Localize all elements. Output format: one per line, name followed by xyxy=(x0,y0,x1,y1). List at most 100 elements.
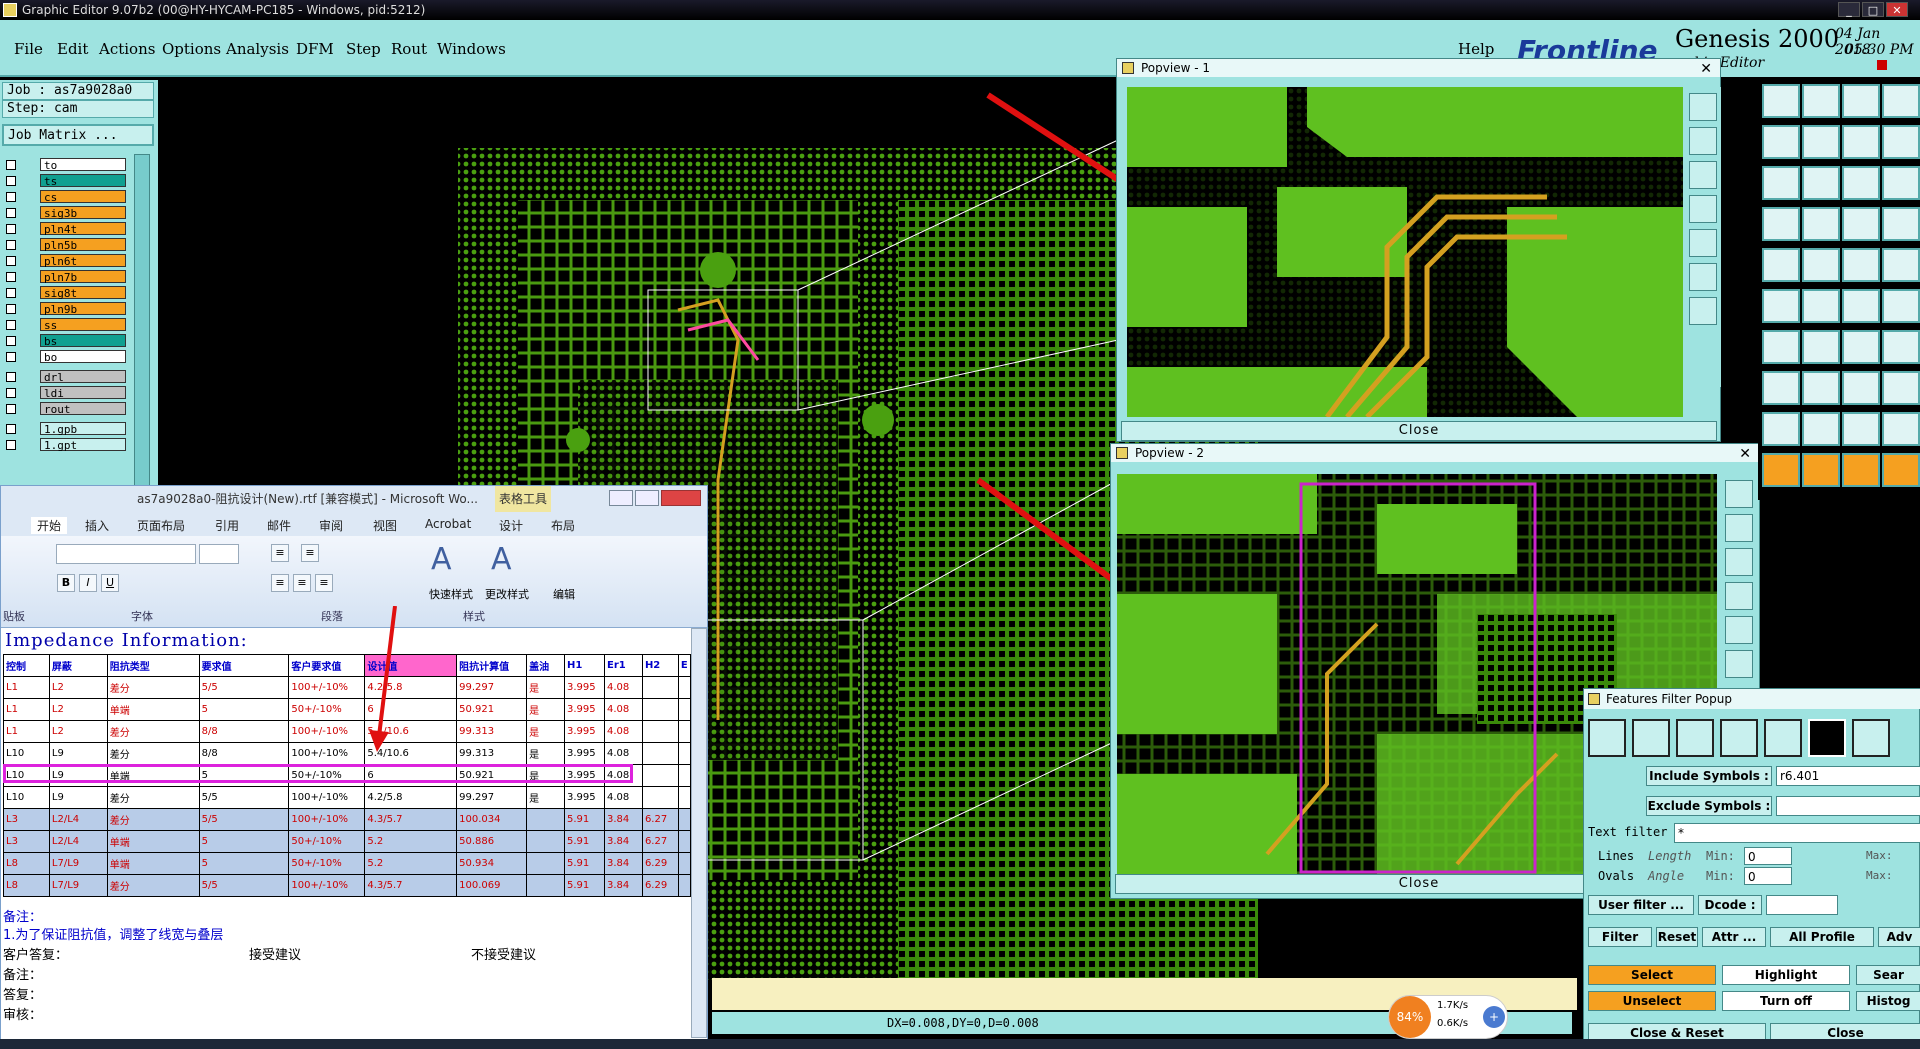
lines-checkbox[interactable]: Lines xyxy=(1598,849,1634,863)
fit-icon[interactable] xyxy=(1725,616,1753,644)
numbering-icon[interactable]: ≡ xyxy=(301,544,319,562)
copy-tool-icon[interactable] xyxy=(1802,125,1840,159)
layer-checkbox[interactable] xyxy=(6,160,16,170)
ribbon-tab[interactable]: Acrobat xyxy=(425,517,471,531)
word-maximize-button[interactable] xyxy=(635,490,659,506)
home-tool-icon[interactable] xyxy=(1762,84,1800,118)
arc-tool-icon[interactable] xyxy=(1842,248,1880,282)
menu-file[interactable]: File xyxy=(14,40,43,58)
profile-tool-icon[interactable] xyxy=(1802,412,1840,446)
attr-button[interactable]: Attr ... xyxy=(1702,927,1766,947)
pad-tool-icon[interactable] xyxy=(1762,248,1800,282)
layer-checkbox[interactable] xyxy=(6,224,16,234)
quick-style-icon[interactable]: A xyxy=(431,542,471,582)
align-center-icon[interactable]: ≡ xyxy=(293,574,311,592)
popview-1-close-button[interactable]: Close xyxy=(1121,421,1717,441)
split-tool-icon[interactable] xyxy=(1802,330,1840,364)
layer-row[interactable]: cs xyxy=(6,190,126,204)
angle-min-input[interactable]: 0 xyxy=(1744,867,1792,885)
zoom-home-icon[interactable] xyxy=(1725,480,1753,508)
layer-checkbox[interactable] xyxy=(6,336,16,346)
layer-row[interactable]: rout xyxy=(6,402,126,416)
layer-checkbox[interactable] xyxy=(6,424,16,434)
menu-step[interactable]: Step xyxy=(346,40,381,58)
layer-row[interactable]: bs xyxy=(6,334,126,348)
rotate-tool-icon[interactable] xyxy=(1882,125,1920,159)
open-tool-icon[interactable] xyxy=(1802,84,1840,118)
ribbon-tab[interactable]: 插入 xyxy=(85,517,109,534)
menu-analysis[interactable]: Analysis xyxy=(226,40,289,58)
center-icon[interactable] xyxy=(1725,650,1753,678)
add-icon[interactable]: + xyxy=(1483,1006,1505,1028)
dcode-input[interactable] xyxy=(1766,895,1838,915)
layer-row[interactable]: pln4t xyxy=(6,222,126,236)
pan-tool-icon[interactable] xyxy=(1802,166,1840,200)
layer-row[interactable]: ts xyxy=(6,174,126,188)
arc-shape-icon[interactable] xyxy=(1720,719,1758,757)
layer-name[interactable]: bs xyxy=(40,334,126,348)
minimize-button[interactable]: _ xyxy=(1838,2,1860,17)
net-tool-icon[interactable] xyxy=(1882,207,1920,241)
layer-checkbox[interactable] xyxy=(6,256,16,266)
menu-rout[interactable]: Rout xyxy=(391,40,427,58)
fillet-tool-icon[interactable] xyxy=(1882,330,1920,364)
job-matrix-button[interactable]: Job Matrix ... xyxy=(2,124,154,146)
layer-name[interactable]: 1.gpb xyxy=(40,422,126,436)
zoom-home-icon[interactable] xyxy=(1689,93,1717,121)
node-tool-icon[interactable] xyxy=(1762,371,1800,405)
layer-name[interactable]: drl xyxy=(40,370,126,384)
route-tool-icon[interactable] xyxy=(1762,125,1800,159)
ribbon-tab[interactable]: 引用 xyxy=(215,517,239,534)
edge-tool-icon[interactable] xyxy=(1762,330,1800,364)
measure-tool-icon[interactable] xyxy=(1882,248,1920,282)
layer-name[interactable]: cs xyxy=(40,190,126,204)
pad-shape-icon[interactable] xyxy=(1632,719,1670,757)
close-icon[interactable]: ✕ xyxy=(1700,60,1712,78)
menu-help[interactable]: Help xyxy=(1458,40,1494,58)
italic-button[interactable]: I xyxy=(79,574,97,592)
center-icon[interactable] xyxy=(1689,263,1717,291)
ribbon-tab[interactable]: 审阅 xyxy=(319,517,343,534)
layer-row[interactable]: 1.gpb xyxy=(6,422,126,436)
close-icon[interactable]: ✕ xyxy=(1739,445,1751,463)
menu-options[interactable]: Options xyxy=(162,40,221,58)
angle-checkbox[interactable]: Angle xyxy=(1648,869,1684,883)
fit-icon[interactable] xyxy=(1689,229,1717,257)
ribbon-tab[interactable]: 开始 xyxy=(31,517,68,534)
zoom-in-icon[interactable] xyxy=(1725,514,1753,542)
dcode-button[interactable]: Dcode : xyxy=(1698,895,1762,915)
layer-name[interactable]: sig8t xyxy=(40,286,126,300)
vertex-tool-icon[interactable] xyxy=(1842,371,1880,405)
layer-checkbox[interactable] xyxy=(6,208,16,218)
word-vertical-scrollbar[interactable] xyxy=(691,628,707,1038)
ruler-tool-icon[interactable] xyxy=(1882,371,1920,405)
document-body[interactable]: Impedance Information: 控制 屏蔽 阻抗类型 要求值 客户要求值设… xyxy=(1,628,692,1048)
ovals-checkbox[interactable]: Ovals xyxy=(1598,869,1634,883)
surface-shape-icon[interactable] xyxy=(1676,719,1714,757)
shape-tool-icon[interactable] xyxy=(1882,412,1920,446)
pick-tool-icon[interactable] xyxy=(1802,453,1840,487)
layer-checkbox[interactable] xyxy=(6,320,16,330)
cut-tool-icon[interactable] xyxy=(1802,289,1840,323)
exclude-symbols-input[interactable] xyxy=(1776,796,1920,816)
reject-option[interactable]: 不接受建议 xyxy=(471,944,536,963)
layer-checkbox[interactable] xyxy=(6,240,16,250)
user-filter-button[interactable]: User filter ... xyxy=(1588,895,1694,915)
menu-edit[interactable]: Edit xyxy=(57,40,88,58)
layer-name[interactable]: pln4t xyxy=(40,222,126,236)
bold-button[interactable]: B xyxy=(57,574,75,592)
ribbon-tab[interactable]: 设计 xyxy=(499,517,523,534)
layer-row[interactable]: pln5b xyxy=(6,238,126,252)
drill-tool-icon[interactable] xyxy=(1882,289,1920,323)
layer-scrollbar[interactable] xyxy=(134,154,150,494)
line-shape-icon[interactable] xyxy=(1588,719,1626,757)
gauge-tool-icon[interactable] xyxy=(1842,412,1880,446)
ribbon-tab[interactable]: 布局 xyxy=(551,517,575,534)
layer-row[interactable]: ss xyxy=(6,318,126,332)
check-tool-icon[interactable] xyxy=(1802,371,1840,405)
layer-checkbox[interactable] xyxy=(6,440,16,450)
menu-actions[interactable]: Actions xyxy=(99,40,155,58)
ribbon-tab[interactable]: 视图 xyxy=(373,517,397,534)
layer-checkbox[interactable] xyxy=(6,352,16,362)
layer-checkbox[interactable] xyxy=(6,304,16,314)
